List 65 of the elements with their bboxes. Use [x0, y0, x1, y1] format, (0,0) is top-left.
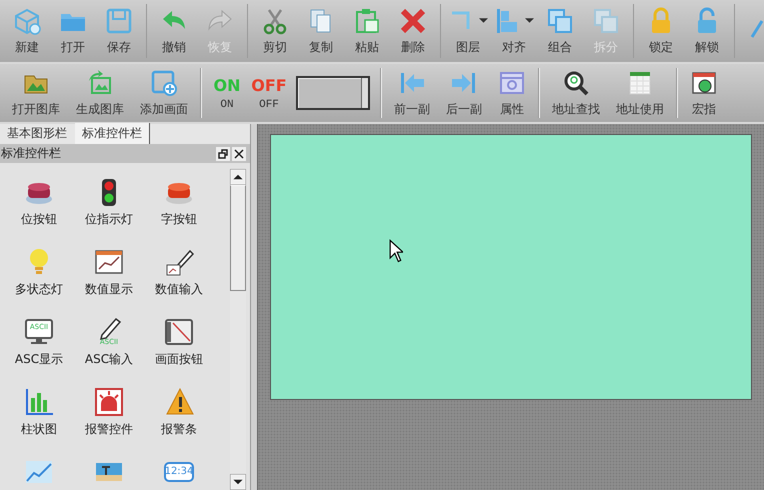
toolbar-button[interactable]: 组合 — [537, 0, 583, 62]
scrollbar-thumb[interactable] — [230, 185, 246, 291]
control-palette-item[interactable]: 位指示灯 — [74, 167, 144, 237]
ungroup-icon — [592, 6, 620, 34]
search-icon — [562, 68, 590, 96]
toolbar-button[interactable]: 打开 — [50, 0, 96, 62]
cube-icon — [13, 6, 41, 34]
toolbar-button[interactable]: 粘贴 — [344, 0, 390, 62]
panel-title: 标准控件栏 — [0, 145, 62, 162]
pen-icon — [164, 247, 194, 277]
toolbar-button[interactable]: 复制 — [298, 0, 344, 62]
toolbar-button[interactable]: 属性 — [490, 64, 534, 122]
toolbar-button[interactable]: 删除 — [390, 0, 436, 62]
save-icon — [105, 6, 133, 34]
toolbar-button[interactable]: 添加画面 — [132, 64, 196, 122]
cursor-icon — [389, 239, 403, 263]
monitor-icon — [24, 317, 54, 347]
picture-icon — [86, 68, 114, 96]
panel-tab[interactable]: 标准控件栏 — [75, 123, 150, 144]
panel-tab[interactable]: 基本图形栏 — [0, 123, 75, 144]
close-icon[interactable] — [232, 146, 246, 160]
control-palette-item[interactable]: 报警条 — [144, 377, 214, 447]
toolbar-button[interactable]: 解锁 — [684, 0, 730, 62]
control-palette-item[interactable]: 12:34 — [144, 447, 214, 490]
toolbar-button[interactable]: ON ON — [206, 64, 248, 122]
control-palette-item[interactable]: 数值输入 — [144, 237, 214, 307]
toolbar-button[interactable]: 图层 — [445, 0, 491, 62]
toolbar-button[interactable]: 前一副 — [386, 64, 438, 122]
toolbar-button[interactable]: OFF OFF — [248, 64, 290, 122]
control-palette-item[interactable]: 多状态灯 — [4, 237, 74, 307]
scroll-up-icon[interactable] — [230, 169, 246, 185]
screen-icon — [164, 317, 194, 347]
group-icon — [546, 6, 574, 34]
alarm-light-icon — [94, 387, 124, 417]
bar-chart-icon — [24, 387, 54, 417]
dropdown-field[interactable] — [296, 76, 370, 110]
caret-icon — [479, 18, 488, 23]
toolbar-button[interactable]: 新建 — [4, 0, 50, 62]
toolbar-button[interactable]: 保存 — [96, 0, 142, 62]
control-palette-item[interactable]: 报警控件 — [74, 377, 144, 447]
warning-icon — [164, 387, 194, 417]
toolbar-button[interactable]: 对齐 — [491, 0, 537, 62]
toolbar-button[interactable]: 打开图库 — [4, 64, 68, 122]
control-palette-item[interactable]: 数值显示 — [74, 237, 144, 307]
scroll-down-icon[interactable] — [230, 474, 246, 490]
control-palette-item[interactable]: 柱状图 — [4, 377, 74, 447]
control-palette-item[interactable]: 位按钮 — [4, 167, 74, 237]
delete-icon — [399, 6, 427, 34]
clipboard-icon — [353, 6, 381, 34]
toolbar-button[interactable]: 宏指 — [682, 64, 726, 122]
control-palette-item[interactable]: 画面按钮 — [144, 307, 214, 377]
scissors-icon — [261, 6, 289, 34]
toolbar-button[interactable]: 撤销 — [151, 0, 197, 62]
scrollbar[interactable] — [230, 169, 246, 490]
toolbar-button[interactable]: 锁定 — [638, 0, 684, 62]
window-add-icon — [150, 68, 178, 96]
toolbar-button[interactable]: 生成图库 — [68, 64, 132, 122]
toolbar-button[interactable]: 地址使用 — [608, 64, 672, 122]
restore-icon[interactable] — [216, 146, 230, 160]
toolbar-button[interactable]: 地址查找 — [544, 64, 608, 122]
caret-icon — [525, 18, 534, 23]
control-palette-item[interactable]: 字按钮 — [144, 167, 214, 237]
icon-text: 12:34 — [164, 467, 194, 477]
toolbar-button[interactable]: 剪切 — [252, 0, 298, 62]
toolbar-button[interactable]: 后一副 — [438, 64, 490, 122]
